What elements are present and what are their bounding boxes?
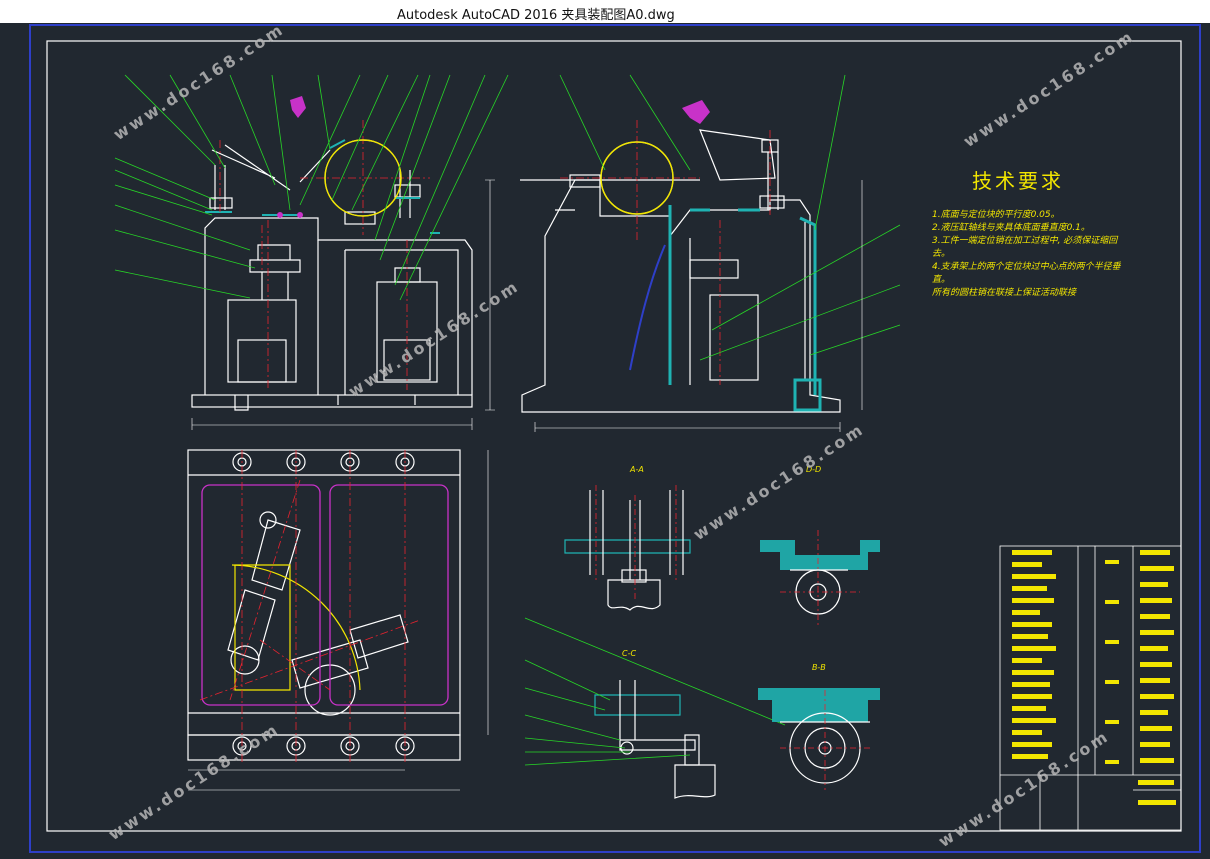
- section-c: [594, 680, 716, 799]
- cad-drawing: [29, 24, 1201, 853]
- side-hatch: [668, 205, 822, 412]
- side-view: [520, 129, 841, 413]
- section-label-c: C-C: [622, 649, 637, 658]
- title-bar: Autodesk AutoCAD 2016 夹具装配图A0.dwg: [0, 0, 1210, 23]
- plan-view: [187, 449, 461, 761]
- section-a: [564, 490, 691, 611]
- drawing-canvas[interactable]: 技术要求 1.底面与定位块的平行度0.05。 2.液压缸轴线与夹具体底面垂直度0…: [0, 19, 1210, 859]
- side-leaders: [559, 74, 901, 361]
- tech-req-line-3: 3.工件一端定位销在加工过程中, 必须保证缩回: [932, 236, 1118, 246]
- tech-req-line-5: 4.支承架上的两个定位块过中心点的两个半径垂: [932, 262, 1121, 272]
- front-hatch: [205, 139, 440, 234]
- tech-req-line-4: 去。: [932, 249, 951, 259]
- tech-req-line-6: 直。: [932, 275, 951, 285]
- tech-req-line-2: 2.液压缸轴线与夹具体底面垂直度0.1。: [932, 223, 1090, 233]
- window-title: Autodesk AutoCAD 2016 夹具装配图A0.dwg: [397, 8, 675, 23]
- tech-req-title: 技术要求: [972, 169, 1064, 193]
- section-label-b: B-B: [812, 663, 826, 672]
- section-label-a: A-A: [630, 465, 644, 474]
- front-view: [191, 139, 473, 411]
- tech-req-line-1: 1.底面与定位块的平行度0.05。: [932, 210, 1060, 220]
- title-block-fills: [1012, 550, 1176, 805]
- plan-centerlines: [199, 450, 421, 765]
- front-magenta: [277, 96, 306, 218]
- tech-req-line-7: 所有的圆柱销在联接上保证活动联接: [932, 288, 1077, 298]
- section-d: [760, 540, 880, 570]
